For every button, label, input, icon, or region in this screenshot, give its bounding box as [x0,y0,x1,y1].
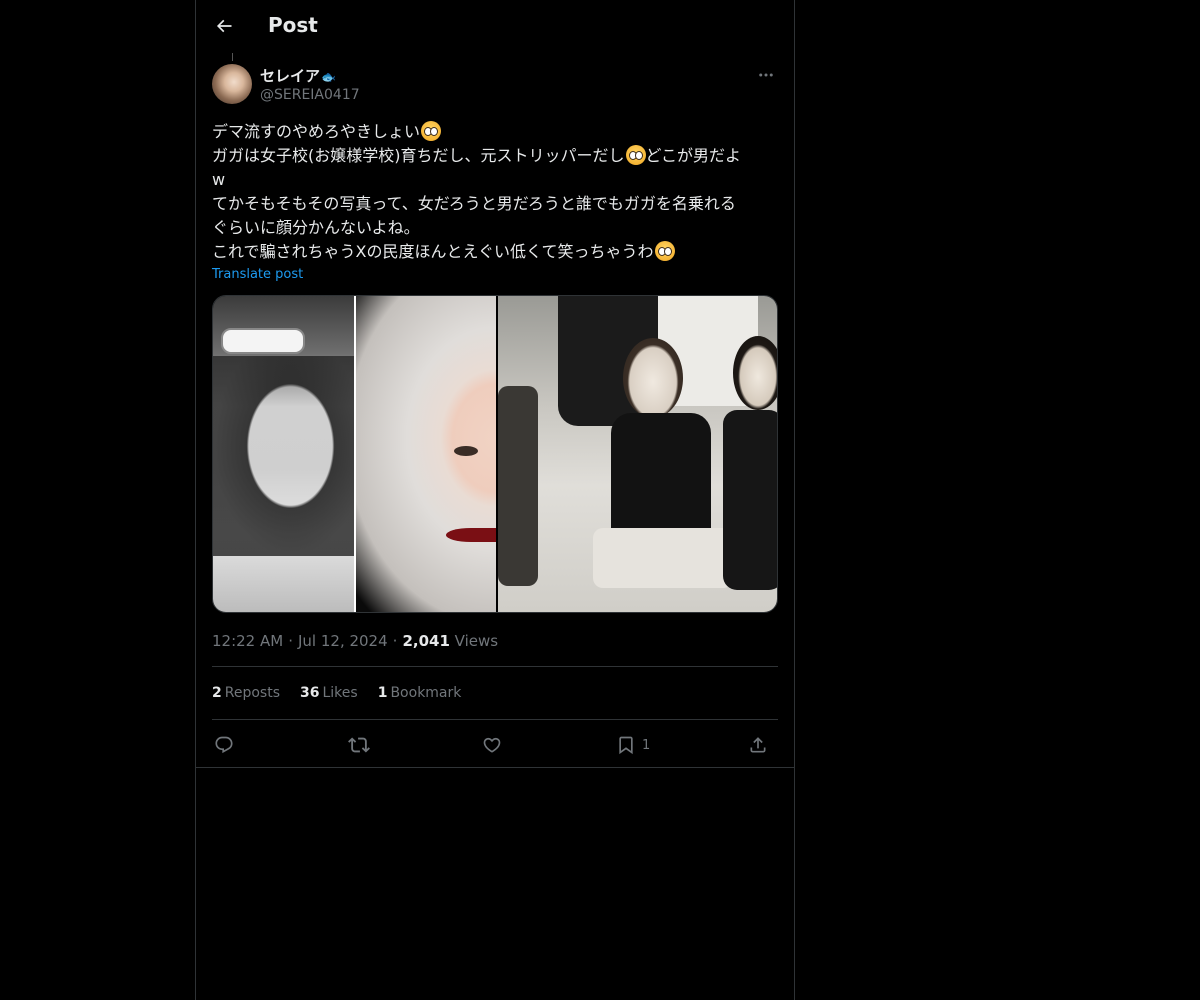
translate-post-link[interactable]: Translate post [212,267,303,282]
divider [212,719,778,720]
pleading-face-emoji-icon [421,121,442,141]
arrow-left-icon [216,19,232,33]
post-line: デマ流すのやめろやきしょい [212,120,782,144]
post-text: デマ流すのやめろやきしょい ガガは女子校(お嬢様学校)育ちだし、元ストリッパーだ… [212,120,782,264]
post-column: Post セレイア🐟 @SEREIA0417 デマ流すのやめろやきしょい ガガは… [195,0,795,1000]
repost-button[interactable] [348,731,370,759]
views-count: 2,041 [402,632,450,650]
reply-button[interactable] [214,731,234,759]
pleading-face-emoji-icon [625,145,646,165]
thread-connector [232,53,233,61]
meta-separator: · [392,632,398,650]
bookmark-count: 1 [642,737,651,753]
eye-shape [454,446,478,456]
person-shape [498,386,538,586]
post-line: ガガは女子校(お嬢様学校)育ちだし、元ストリッパーだし どこが男だよ [212,145,742,165]
heart-icon [483,737,501,753]
reply-icon [215,736,233,754]
bookmarks-stat-link[interactable]: 1 Bookmark [378,685,462,701]
post-line: w [212,170,226,189]
person-shape [593,338,733,588]
hair-bow [221,328,305,354]
share-button[interactable] [748,731,768,759]
group-photo-image[interactable] [498,296,777,612]
header: Post [196,0,794,53]
more-options-button[interactable] [754,64,778,86]
back-button[interactable] [208,10,240,42]
lips-shape [446,528,496,542]
yearbook-photo [213,296,354,612]
pleading-face-emoji-icon [654,241,675,261]
divider [196,767,794,768]
share-icon [750,737,766,753]
photo-comparison-image[interactable] [213,296,496,612]
portrait-photo [356,296,496,612]
post-line: これで騙されちゃうXの民度ほんとえぐい低くて笑っちゃうわ [212,240,782,264]
author-handle[interactable]: @SEREIA0417 [260,87,360,103]
more-horizontal-icon [759,73,773,77]
post-date-link[interactable]: Jul 12, 2024 [298,632,388,650]
views-label: Views [454,632,499,650]
action-bar: 1 [212,731,778,759]
post-time-link[interactable]: 12:22 AM [212,632,283,650]
author-name-link[interactable]: セレイア🐟 [260,65,336,86]
likes-stat-link[interactable]: 36 Likes [300,685,358,701]
author-display-name: セレイア [260,67,321,85]
hair-shape [213,356,354,556]
post-line: てかそもそもその写真って、女だろうと男だろうと誰でもガガを名乗れる [212,194,736,213]
meta-separator: · [288,632,293,650]
fish-emoji-icon: 🐟 [321,70,336,84]
post-stats: 2 Reposts 36 Likes 1 Bookmark [212,685,461,701]
person-shape [723,336,777,612]
avatar[interactable] [212,64,252,104]
divider [212,666,778,667]
reposts-stat-link[interactable]: 2 Reposts [212,685,280,701]
post-line: ぐらいに顔分かんないよね。 [212,218,420,237]
repost-icon [348,737,370,753]
page-title: Post [268,13,318,37]
bookmark-button[interactable]: 1 [616,731,650,759]
post-meta: 12:22 AM · Jul 12, 2024 · 2,041 Views [212,632,498,650]
bookmark-icon [619,736,633,755]
post-author: セレイア🐟 @SEREIA0417 [212,64,778,108]
post-media[interactable] [212,295,778,613]
like-button[interactable] [482,731,502,759]
